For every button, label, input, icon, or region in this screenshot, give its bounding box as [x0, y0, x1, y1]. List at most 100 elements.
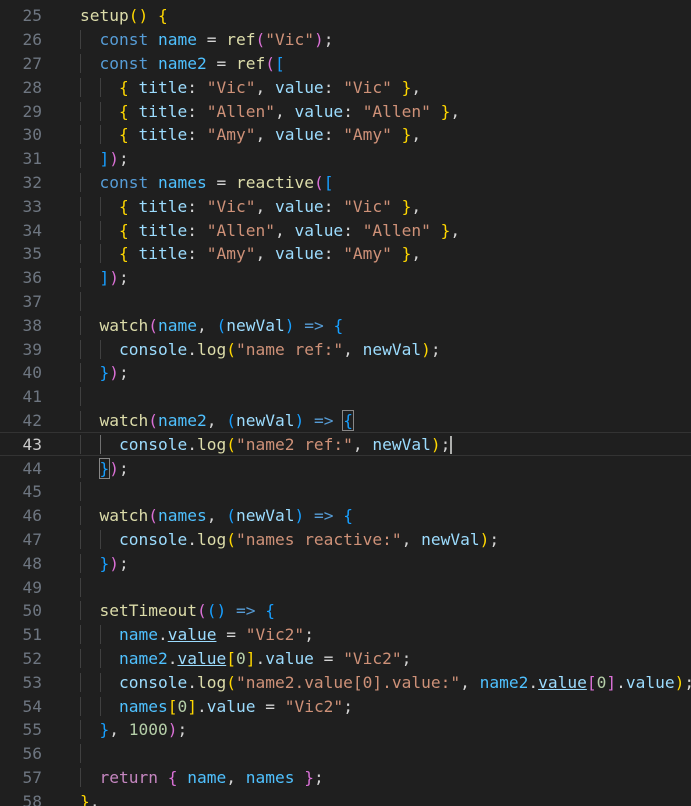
code-text: watch(name, (newVal) => { [58, 315, 691, 335]
code-text: { title: "Amy", value: "Amy" }, [58, 125, 691, 145]
code-line[interactable]: 53 console.log("name2.value[0].value:", … [0, 670, 691, 694]
line-number: 53 [22, 672, 43, 692]
line-number: 46 [22, 506, 43, 526]
code-line[interactable]: 38 watch(name, (newVal) => { [0, 313, 691, 337]
code-line[interactable]: 40 }); [0, 361, 691, 385]
code-text: watch(names, (newVal) => { [58, 506, 691, 526]
line-number: 38 [22, 315, 43, 335]
code-text [58, 482, 691, 502]
code-line[interactable]: 37 [0, 290, 691, 314]
code-line[interactable]: 58 }, [0, 789, 691, 806]
code-text [58, 744, 691, 764]
code-line[interactable]: 56 [0, 742, 691, 766]
line-number: 45 [22, 482, 43, 502]
code-text: { title: "Amy", value: "Amy" }, [58, 244, 691, 264]
line-number: 26 [22, 30, 43, 50]
code-text: }); [58, 457, 691, 479]
code-line[interactable]: 49 [0, 575, 691, 599]
code-text: }); [58, 553, 691, 573]
code-text: ]); [58, 149, 691, 169]
line-number: 49 [22, 577, 43, 597]
line-number: 58 [22, 791, 43, 806]
code-text: }); [58, 363, 691, 383]
code-line[interactable]: 44 }); [0, 456, 691, 480]
code-text: console.log("name2 ref:", newVal); [58, 434, 691, 455]
code-text: ]); [58, 268, 691, 288]
line-number: 34 [22, 220, 43, 240]
code-line[interactable]: 50 setTimeout(() => { [0, 599, 691, 623]
code-text: const names = reactive([ [58, 172, 691, 192]
line-number: 44 [22, 458, 43, 478]
code-text: { title: "Allen", value: "Allen" }, [58, 101, 691, 121]
line-number: 57 [22, 767, 43, 787]
code-text [58, 291, 691, 311]
line-number: 28 [22, 77, 43, 97]
code-line[interactable]: 52 name2.value[0].value = "Vic2"; [0, 647, 691, 671]
code-line[interactable]: 27 const name2 = ref([ [0, 52, 691, 76]
line-number: 37 [22, 291, 43, 311]
code-line[interactable]: 25 setup() { [0, 4, 691, 28]
code-line[interactable]: 28 { title: "Vic", value: "Vic" }, [0, 75, 691, 99]
code-text: setTimeout(() => { [58, 601, 691, 621]
code-line-current[interactable]: 43 console.log("name2 ref:", newVal); [0, 432, 691, 457]
code-line[interactable]: 35 { title: "Amy", value: "Amy" }, [0, 242, 691, 266]
code-line[interactable]: 29 { title: "Allen", value: "Allen" }, [0, 99, 691, 123]
code-text: const name = ref("Vic"); [58, 30, 691, 50]
code-text [58, 387, 691, 407]
code-line[interactable]: 26 const name = ref("Vic"); [0, 28, 691, 52]
code-line[interactable]: 34 { title: "Allen", value: "Allen" }, [0, 218, 691, 242]
line-number: 52 [22, 648, 43, 668]
line-number: 31 [22, 149, 43, 169]
code-line[interactable]: 45 [0, 480, 691, 504]
code-text: return { name, names }; [58, 767, 691, 787]
code-text: console.log("name2.value[0].value:", nam… [58, 672, 691, 692]
code-text: }, [80, 791, 100, 806]
code-text: watch(name2, (newVal) => { [58, 409, 691, 431]
code-line[interactable]: 31 ]); [0, 147, 691, 171]
code-text: name2.value[0].value = "Vic2"; [58, 648, 691, 668]
code-line[interactable]: 30 { title: "Amy", value: "Amy" }, [0, 123, 691, 147]
code-editor[interactable]: 25 setup() { 26 const name = ref("Vic");… [0, 0, 691, 806]
line-number: 51 [22, 625, 43, 645]
line-number: 29 [22, 101, 43, 121]
code-line[interactable]: 48 }); [0, 551, 691, 575]
line-number: 47 [22, 529, 43, 549]
code-text: { title: "Allen", value: "Allen" }, [58, 220, 691, 240]
line-number: 48 [22, 553, 43, 573]
line-number: 41 [22, 387, 43, 407]
text-cursor [450, 436, 453, 455]
code-line[interactable]: 55 }, 1000); [0, 718, 691, 742]
code-text: const name2 = ref([ [58, 53, 691, 73]
line-number: 55 [22, 720, 43, 740]
code-line[interactable]: 42 watch(name2, (newVal) => { [0, 409, 691, 433]
code-line[interactable]: 47 console.log("names reactive:", newVal… [0, 528, 691, 552]
code-line[interactable]: 41 [0, 385, 691, 409]
code-line[interactable]: 54 names[0].value = "Vic2"; [0, 694, 691, 718]
code-line[interactable]: 33 { title: "Vic", value: "Vic" }, [0, 194, 691, 218]
code-line[interactable]: 51 name.value = "Vic2"; [0, 623, 691, 647]
line-number: 35 [22, 244, 43, 264]
code-text: console.log("names reactive:", newVal); [58, 529, 691, 549]
line-number: 40 [22, 363, 43, 383]
line-number: 54 [22, 696, 43, 716]
code-line[interactable]: 32 const names = reactive([ [0, 171, 691, 195]
line-number: 42 [22, 410, 43, 430]
code-text: setup() { [80, 6, 168, 26]
line-number: 39 [22, 339, 43, 359]
line-number: 32 [22, 172, 43, 192]
line-number: 56 [22, 744, 43, 764]
code-line[interactable]: 46 watch(names, (newVal) => { [0, 504, 691, 528]
code-line[interactable]: 36 ]); [0, 266, 691, 290]
code-line[interactable]: 57 return { name, names }; [0, 766, 691, 790]
line-number: 36 [22, 268, 43, 288]
line-number: 30 [22, 125, 43, 145]
code-text [58, 577, 691, 597]
code-text: }, 1000); [58, 720, 691, 740]
code-text: { title: "Vic", value: "Vic" }, [58, 77, 691, 97]
line-number: 43 [22, 434, 43, 454]
code-text: console.log("name ref:", newVal); [58, 339, 691, 359]
code-line[interactable]: 39 console.log("name ref:", newVal); [0, 337, 691, 361]
code-text: names[0].value = "Vic2"; [58, 696, 691, 716]
code-text: name.value = "Vic2"; [58, 625, 691, 645]
line-number: 27 [22, 53, 43, 73]
